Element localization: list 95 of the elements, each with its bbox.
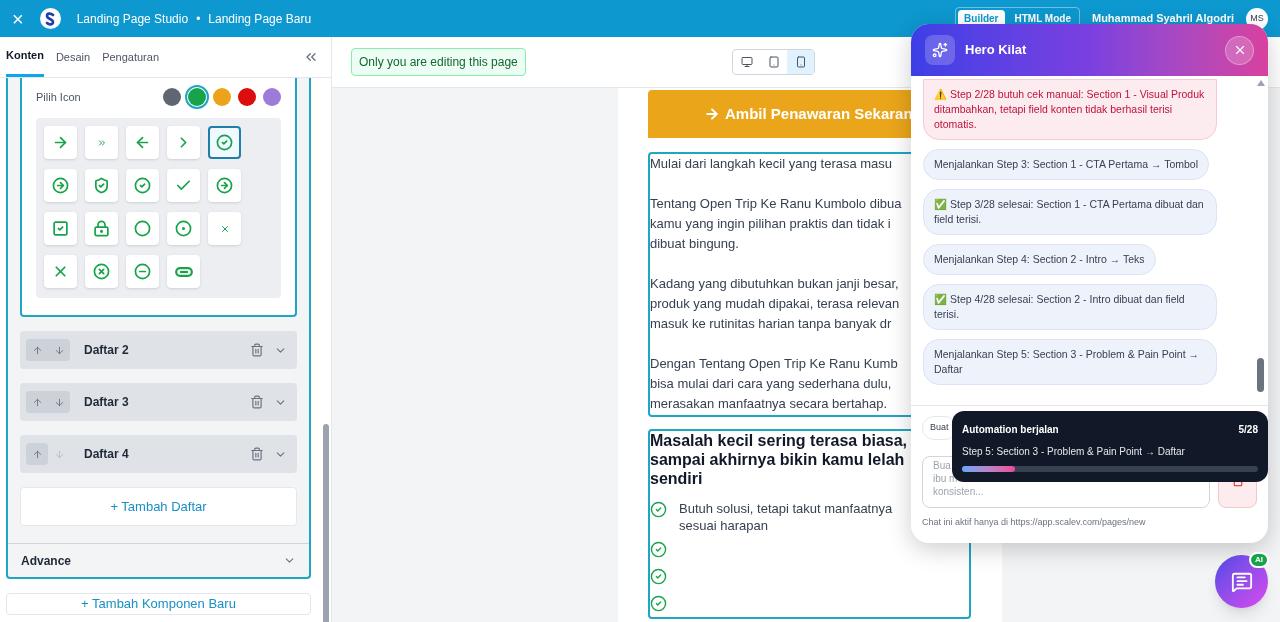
toast-title: Automation berjalan [962, 423, 1059, 437]
icon-option[interactable] [44, 255, 77, 288]
double-chevron-icon [96, 137, 107, 148]
trash-icon[interactable] [250, 343, 264, 357]
icon-option[interactable] [85, 212, 118, 245]
item-title: Daftar 4 [84, 446, 129, 463]
scroll-up-icon[interactable] [1257, 80, 1265, 86]
icon-option[interactable] [208, 126, 241, 159]
chat-icon [1230, 570, 1253, 593]
arrow-down-icon [53, 448, 65, 460]
section-title: Advance [21, 552, 72, 570]
paragraph: Tentang Open Trip Ke Ranu Kumbolo dibua kamu yang ingin pilihan praktis dan tidak i dibuat bingung. [650, 195, 902, 253]
color-swatch[interactable] [213, 88, 231, 106]
icon-option[interactable] [167, 169, 200, 202]
user-name: Muhammad Syahril Algodri [1092, 11, 1234, 27]
list-item-row[interactable]: Daftar 2 [20, 331, 297, 369]
advance-section[interactable]: Advance [8, 543, 309, 577]
sidebar-tab[interactable]: Desain [55, 37, 91, 77]
move-up-button[interactable] [26, 443, 48, 465]
add-item-button[interactable]: + Tambah Daftar [20, 487, 297, 526]
step-counter: 5/28 [1238, 423, 1258, 437]
circle-minus-icon [134, 263, 151, 280]
list-item-row[interactable]: Daftar 3 [20, 383, 297, 421]
ai-badge: AI [1249, 552, 1269, 568]
icon-option[interactable] [208, 169, 241, 202]
toast-step: Step 5: Section 3 - Problem & Pain Point → Daftar [962, 444, 1258, 459]
list-item-row[interactable]: Daftar 4 [20, 435, 297, 473]
field-label: Pilih Icon [36, 89, 81, 105]
icon-option[interactable] [85, 255, 118, 288]
icon-option[interactable] [85, 169, 118, 202]
trash-icon[interactable] [250, 395, 264, 409]
icon-option[interactable] [44, 169, 77, 202]
item-title: Daftar 3 [84, 394, 129, 411]
page-title: Landing Page Baru [208, 10, 312, 28]
circle-icon [134, 220, 151, 237]
trash-icon[interactable] [250, 447, 264, 461]
add-component-button[interactable]: + Tambah Komponen Baru [6, 593, 311, 615]
circle-check-icon [650, 595, 667, 612]
chat-title: Hero Kilat [965, 41, 1027, 60]
pill-icon [174, 266, 193, 277]
circle-x-icon [93, 263, 110, 280]
sidebar-tab[interactable]: Pengaturan [102, 37, 160, 77]
arrow-down-icon [53, 396, 65, 408]
scroll-thumb[interactable] [1257, 358, 1264, 392]
success-message: ✅ Step 4/28 selesai: Section 2 - Intro dibuat dan field terisi. [923, 284, 1217, 330]
circle-check-icon [650, 501, 667, 518]
lock-icon [93, 220, 110, 237]
phone-icon [794, 56, 807, 68]
status-message: Menjalankan Step 3: Section 1 - CTA Pertama → Tombol [923, 149, 1209, 180]
arrow-up-icon [31, 344, 43, 356]
x-icon [219, 223, 230, 234]
arrow-down-icon [53, 344, 65, 356]
icon-option[interactable] [126, 212, 159, 245]
status-message: Menjalankan Step 4: Section 2 - Intro → Teks [923, 244, 1156, 275]
color-swatch[interactable] [163, 88, 181, 106]
user-avatar[interactable]: MS [1246, 7, 1268, 30]
monitor-icon [740, 56, 753, 68]
circle-check-icon [650, 541, 667, 558]
circle-check-icon [650, 568, 667, 585]
icon-option[interactable] [126, 126, 159, 159]
close-button[interactable] [1225, 35, 1254, 65]
editing-notice: Only you are editing this page [351, 48, 526, 76]
sparkle-icon [932, 42, 948, 58]
list-text: Butuh solusi, tetapi takut manfaatnya sesuai harapan [679, 500, 893, 534]
color-swatch[interactable] [188, 88, 206, 106]
paragraph: Kadang yang dibutuhkan bukan janji besar, produk yang mudah dipakai, terasa relevan masuk ke rutinitas harian tanpa banyak dr [650, 275, 900, 333]
paragraph: Mulai dari langkah kecil yang terasa masu [650, 155, 893, 173]
color-swatch[interactable] [238, 88, 256, 106]
color-swatch[interactable] [263, 88, 281, 106]
arrow-up-icon [31, 448, 43, 460]
shield-check-icon [93, 177, 110, 194]
icon-option[interactable] [44, 212, 77, 245]
logo-icon [39, 8, 61, 29]
circle-check-icon [216, 134, 233, 151]
icon-option[interactable] [167, 255, 200, 288]
icon-option[interactable] [44, 126, 77, 159]
separator: • [196, 10, 201, 28]
item-title: Daftar 2 [84, 342, 129, 359]
success-message: ✅ Step 3/28 selesai: Section 1 - CTA Pertama dibuat dan field terisi. [923, 189, 1217, 235]
section-heading: Masalah kecil sering terasa biasa, sampai akhirnya bikin kamu lelah sendiri [650, 431, 908, 488]
circle-dot-icon [175, 220, 192, 237]
icon-option[interactable] [126, 255, 159, 288]
arrow-up-icon [31, 396, 43, 408]
x-icon [52, 263, 69, 280]
warning-message: ⚠ Step 2/28 butuh cek manual: Section 1 - Visual Produk ditambahkan, tetapi field konten tidak berhasil terisi otomatis. [923, 79, 1217, 140]
status-message: Menjalankan Step 5: Section 3 - Problem & Pain Point → Daftar [923, 339, 1217, 385]
icon-option[interactable] [126, 169, 159, 202]
paragraph: Dengan Tentang Open Trip Ke Ranu Kumb bisa mulai dari cara yang sederhana dulu, merasakan manfaatnya secara bertahap. [650, 355, 898, 413]
icon-option[interactable] [167, 212, 200, 245]
device-button[interactable] [787, 50, 814, 74]
chat-footer-note: Chat ini aktif hanya di https://app.scalev.com/pages/new [922, 515, 1147, 529]
app-title: Landing Page Studio [76, 10, 189, 28]
tablet-icon [767, 56, 780, 68]
circle-check-icon [134, 177, 151, 194]
square-check-icon [52, 220, 69, 237]
